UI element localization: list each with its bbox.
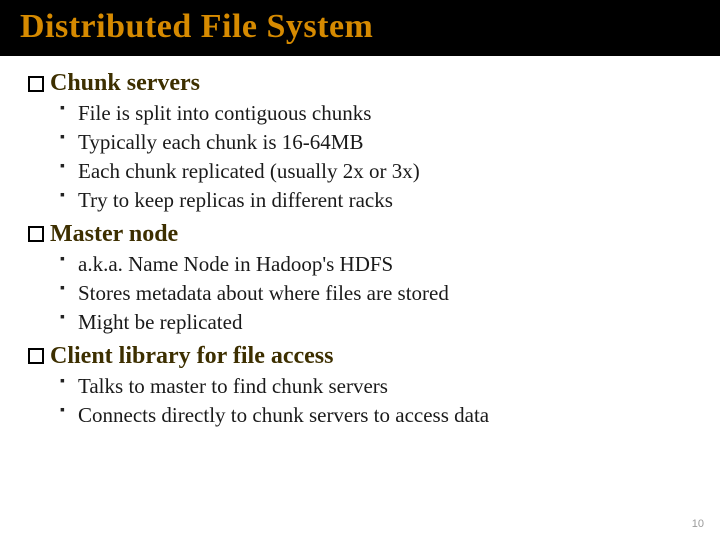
section-chunk-servers: Chunk servers File is split into contigu… (28, 70, 692, 215)
section-heading: Chunk servers (28, 70, 692, 97)
bullet-box-icon (28, 226, 44, 242)
section-heading: Master node (28, 221, 692, 248)
list-item: Typically each chunk is 16-64MB (60, 128, 692, 157)
section-label: Master node (50, 221, 178, 248)
list-item: Might be replicated (60, 308, 692, 337)
section-items: File is split into contiguous chunks Typ… (28, 99, 692, 215)
list-item: a.k.a. Name Node in Hadoop's HDFS (60, 250, 692, 279)
section-items: a.k.a. Name Node in Hadoop's HDFS Stores… (28, 250, 692, 337)
section-label: Chunk servers (50, 70, 200, 97)
list-item: File is split into contiguous chunks (60, 99, 692, 128)
page-number: 10 (692, 518, 704, 530)
section-master-node: Master node a.k.a. Name Node in Hadoop's… (28, 221, 692, 337)
list-item: Each chunk replicated (usually 2x or 3x) (60, 157, 692, 186)
section-items: Talks to master to find chunk servers Co… (28, 372, 692, 430)
slide-title: Distributed File System (20, 8, 700, 46)
bullet-box-icon (28, 76, 44, 92)
section-label: Client library for file access (50, 343, 333, 370)
title-bar: Distributed File System (0, 0, 720, 56)
list-item: Stores metadata about where files are st… (60, 279, 692, 308)
list-item: Try to keep replicas in different racks (60, 186, 692, 215)
section-client-library: Client library for file access Talks to … (28, 343, 692, 430)
slide-content: Chunk servers File is split into contigu… (0, 56, 720, 430)
bullet-box-icon (28, 348, 44, 364)
list-item: Talks to master to find chunk servers (60, 372, 692, 401)
section-heading: Client library for file access (28, 343, 692, 370)
list-item: Connects directly to chunk servers to ac… (60, 401, 692, 430)
